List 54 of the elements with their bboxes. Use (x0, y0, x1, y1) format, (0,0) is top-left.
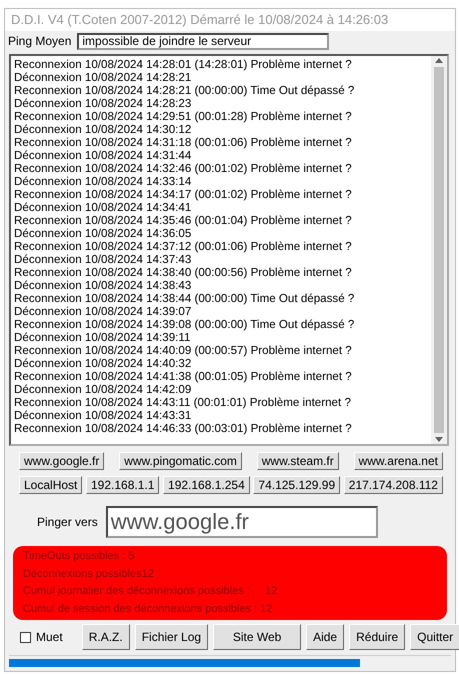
log-line: Déconnexion 10/08/2024 14:37:43 (14, 252, 192, 266)
host-button[interactable]: www.steam.fr (256, 452, 339, 470)
action-button[interactable]: Site Web (213, 624, 302, 650)
action-button[interactable]: Quitter (410, 624, 459, 650)
pinger-vers-field[interactable]: www.google.fr (106, 506, 378, 538)
action-button[interactable]: Réduire (349, 624, 406, 650)
pinger-vers-label: Pinger vers (37, 515, 98, 530)
log-line: Déconnexion 10/08/2024 14:28:23 (14, 96, 192, 110)
ping-moyen-label: Ping Moyen (8, 34, 72, 48)
log-line: Reconnexion 10/08/2024 14:40:09 (00:00:57) Problème internet ? (14, 344, 353, 357)
log-line: Déconnexion 10/08/2024 14:39:07 (14, 304, 192, 318)
log-line: Déconnexion 10/08/2024 14:39:11 (14, 330, 192, 344)
action-button[interactable]: R.A.Z. (82, 624, 130, 650)
host-button[interactable]: www.arena.net (354, 452, 443, 470)
action-button[interactable]: Aide (306, 624, 344, 650)
log-line: Déconnexion 10/08/2024 14:30:12 (14, 122, 192, 136)
log-line: Reconnexion 10/08/2024 14:46:33 (00:03:01) Problème internet ? (14, 422, 353, 435)
log-line: Reconnexion 10/08/2024 14:34:17 (00:01:02) Problème internet ? (14, 188, 353, 201)
log-line: Reconnexion 10/08/2024 14:43:11 (00:01:01) Problème internet ? (14, 396, 352, 409)
log-line: Déconnexion 10/08/2024 14:40:32 (14, 356, 192, 370)
action-button[interactable]: Fichier Log (134, 624, 208, 650)
log-line: Reconnexion 10/08/2024 14:38:44 (00:00:00) Time Out dépassé ? (14, 292, 356, 305)
host-button[interactable]: 217.174.208.112 (344, 476, 443, 494)
alert-text: Cumul journalier des déconnexions possibles : 12 (23, 584, 278, 600)
log-line: Reconnexion 10/08/2024 14:32:46 (00:01:02) Problème internet ? (14, 162, 353, 175)
log-line: Reconnexion 10/08/2024 14:35:46 (00:01:04) Problème internet ? (14, 214, 353, 227)
log-line: Déconnexion 10/08/2024 14:36:05 (14, 226, 192, 240)
log-line: Reconnexion 10/08/2024 14:41:38 (00:01:05) Problème internet ? (14, 370, 353, 383)
log-line: Reconnexion 10/08/2024 14:28:21 (00:00:00) Time Out dépassé ? (14, 84, 356, 97)
log-line: Déconnexion 10/08/2024 14:38:43 (14, 278, 192, 292)
log-line: Déconnexion 10/08/2024 14:31:44 (14, 148, 192, 162)
host-button[interactable]: 192.168.1.1 (86, 476, 160, 494)
log-line: Reconnexion 10/08/2024 14:29:51 (00:01:28) Problème internet ? (14, 110, 353, 123)
log-line: Déconnexion 10/08/2024 14:28:21 (14, 70, 192, 84)
ping-moyen-field[interactable]: impossible de joindre le serveur (77, 32, 330, 50)
alert-text: Déconnexions possibles12 (23, 566, 155, 582)
host-button[interactable]: www.pingomatic.com (119, 452, 242, 470)
muet-label: Muet (36, 630, 63, 644)
log-line: Déconnexion 10/08/2024 14:33:14 (14, 174, 192, 188)
host-button[interactable]: 192.168.1.254 (163, 476, 250, 494)
log-line: Déconnexion 10/08/2024 14:42:09 (14, 382, 192, 396)
host-button[interactable]: 74.125.129.99 (253, 476, 340, 494)
log-line: Reconnexion 10/08/2024 14:37:12 (00:01:06) Problème internet ? (14, 240, 353, 253)
alert-text: TimeOuts possibles : 5 (23, 549, 136, 564)
log-line: Déconnexion 10/08/2024 14:34:41 (14, 200, 192, 214)
host-button[interactable]: LocalHost (19, 476, 82, 494)
log-line: Reconnexion 10/08/2024 14:28:01 (14:28:01) Problème internet ? (14, 58, 353, 71)
log-line: Reconnexion 10/08/2024 14:38:40 (00:00:56) Problème internet ? (14, 266, 353, 279)
log-line: Reconnexion 10/08/2024 14:31:18 (00:01:06) Problème internet ? (14, 136, 353, 149)
log-line: Déconnexion 10/08/2024 14:43:31 (14, 408, 192, 422)
alert-text: Cumul de session des déconnexions possibles : 12 (23, 602, 274, 617)
host-button[interactable]: www.google.fr (19, 452, 104, 470)
log-line: Reconnexion 10/08/2024 14:39:08 (00:00:00) Time Out dépassé ? (14, 318, 356, 331)
window-title: D.D.I. V4 (T.Coten 2007-2012) Démarré le 10/08/2024 à 14:26:03 (5, 9, 455, 31)
